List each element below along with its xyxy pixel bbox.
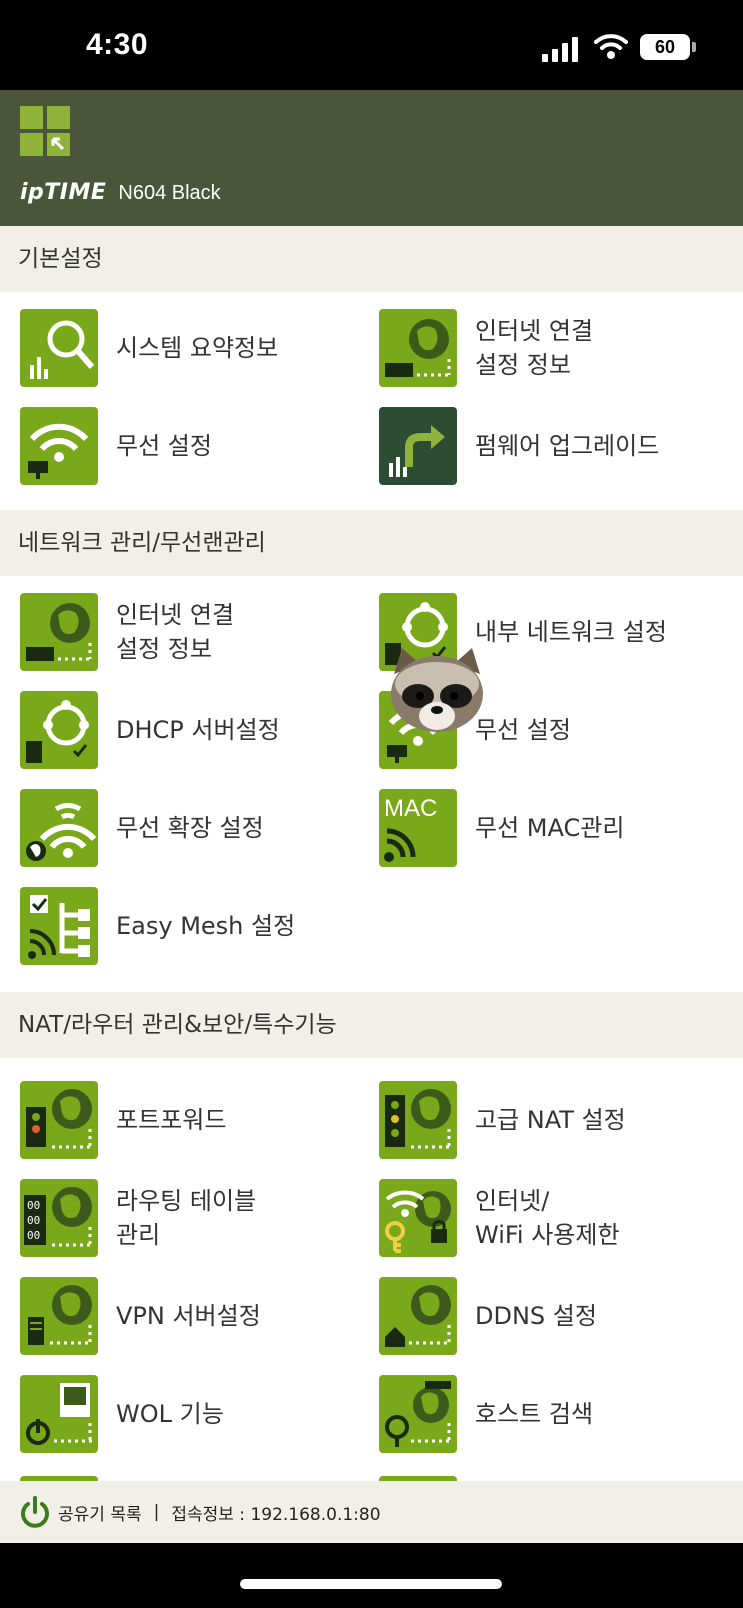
internet-connection-icon xyxy=(379,309,457,387)
menu-item-host-search[interactable]: 호스트 검색 xyxy=(379,1374,593,1454)
svg-text:00: 00 xyxy=(27,1229,40,1242)
wireless-icon xyxy=(20,407,98,485)
menu-item-dhcp-server[interactable]: DHCP 서버설정 xyxy=(20,690,280,770)
svg-text:00: 00 xyxy=(27,1199,40,1212)
cellular-signal-icon xyxy=(542,36,580,62)
section-network-management: 네트워크 관리/무선랜관리 xyxy=(0,510,743,576)
menu-grid-icon[interactable] xyxy=(20,106,72,158)
menu-item-internet-connection[interactable]: 인터넷 연결 설정 정보 xyxy=(379,308,593,388)
menu-label: 펌웨어 업그레이드 xyxy=(475,432,660,460)
brand-logo: ipTIME xyxy=(20,180,107,205)
menu-item-ddns[interactable]: DDNS 설정 xyxy=(379,1276,597,1356)
home-area xyxy=(0,1543,743,1608)
firmware-upgrade-icon xyxy=(379,407,457,485)
internet-limit-icon xyxy=(379,1179,457,1257)
menu-item-port-forward[interactable]: 포트포워드 xyxy=(20,1080,226,1160)
menu-label: 인터넷 연결 설정 정보 xyxy=(475,317,594,379)
wol-icon xyxy=(20,1375,98,1453)
wireless-extension-icon xyxy=(20,789,98,867)
menu-label: 무선 확장 설정 xyxy=(116,814,264,842)
power-icon[interactable] xyxy=(18,1495,52,1529)
internet-connection-icon xyxy=(20,593,98,671)
vpn-icon xyxy=(20,1277,98,1355)
menu-label: DDNS 설정 xyxy=(475,1302,597,1330)
menu-label: VPN 서버설정 xyxy=(116,1302,261,1330)
routing-table-icon: 00 00 00 xyxy=(20,1179,98,1257)
host-search-icon xyxy=(379,1375,457,1453)
menu-label: DHCP 서버설정 xyxy=(116,716,280,744)
router-model: N604 Black xyxy=(118,182,221,204)
menu-label: WOL 기능 xyxy=(116,1400,224,1428)
menu-item-wireless-mac[interactable]: MAC 무선 MAC관리 xyxy=(379,788,624,868)
ddns-icon xyxy=(379,1277,457,1355)
advanced-nat-icon xyxy=(379,1081,457,1159)
menu-item-internet-wifi-limit[interactable]: 인터넷/ WiFi 사용제한 xyxy=(379,1178,620,1258)
menu-item-system-summary[interactable]: 시스템 요약정보 xyxy=(20,308,278,388)
status-time: 4:30 xyxy=(86,28,149,61)
menu-item-routing-table[interactable]: 00 00 00 라우팅 테이블 관리 xyxy=(20,1178,256,1258)
menu-label: 시스템 요약정보 xyxy=(116,334,279,362)
menu-item-wol[interactable]: WOL 기능 xyxy=(20,1374,224,1454)
menu-label: 라우팅 테이블 관리 xyxy=(116,1187,257,1249)
menu-item-wireless-settings[interactable]: 무선 설정 xyxy=(20,406,212,486)
menu-label: 무선 MAC관리 xyxy=(475,814,625,842)
footer-bar: 공유기 목록 | 접속정보 : 192.168.0.1:80 xyxy=(0,1481,743,1543)
wifi-status-icon xyxy=(594,34,628,59)
menu-label: 포트포워드 xyxy=(116,1106,227,1134)
router-list-link[interactable]: 공유기 목록 xyxy=(58,1500,142,1525)
battery-indicator: 60 xyxy=(640,34,690,60)
svg-text:00: 00 xyxy=(27,1214,40,1227)
menu-content: 기본설정 시스템 요약정보 인터넷 연결 설정 정보 무선 설정 펌웨어 업그레… xyxy=(0,226,743,1481)
menu-label: 인터넷 연결 설정 정보 xyxy=(116,601,235,663)
connection-info: 접속정보 : 192.168.0.1:80 xyxy=(171,1504,381,1525)
brand-row: ipTIME N604 Black xyxy=(20,180,221,205)
menu-item-easy-mesh[interactable]: Easy Mesh 설정 xyxy=(20,886,295,966)
battery-tip xyxy=(692,42,696,52)
section-basic-settings: 기본설정 xyxy=(0,226,743,292)
menu-item-vpn-server[interactable]: VPN 서버설정 xyxy=(20,1276,261,1356)
menu-label: 무선 설정 xyxy=(116,432,212,460)
menu-label: 내부 네트워크 설정 xyxy=(475,618,667,646)
menu-label: 고급 NAT 설정 xyxy=(475,1106,626,1134)
menu-label: 인터넷/ WiFi 사용제한 xyxy=(475,1187,620,1249)
menu-label: Easy Mesh 설정 xyxy=(116,912,296,940)
menu-label: 호스트 검색 xyxy=(475,1400,594,1428)
system-summary-icon xyxy=(20,309,98,387)
raccoon-sticker-icon xyxy=(391,648,483,732)
home-indicator[interactable] xyxy=(240,1579,502,1589)
footer-separator: | xyxy=(153,1502,160,1522)
dhcp-icon xyxy=(20,691,98,769)
app-header: ipTIME N604 Black xyxy=(0,90,743,226)
menu-item-internet-connection-2[interactable]: 인터넷 연결 설정 정보 xyxy=(20,592,234,672)
status-bar: 4:30 60 xyxy=(0,0,743,90)
mesh-icon xyxy=(20,887,98,965)
port-forward-icon xyxy=(20,1081,98,1159)
section-nat-router-security: NAT/라우터 관리&보안/특수기능 xyxy=(0,992,743,1058)
menu-item-advanced-nat[interactable]: 고급 NAT 설정 xyxy=(379,1080,626,1160)
mac-icon: MAC xyxy=(379,789,457,867)
menu-item-firmware-upgrade[interactable]: 펌웨어 업그레이드 xyxy=(379,406,659,486)
menu-item-wireless-extension[interactable]: 무선 확장 설정 xyxy=(20,788,264,868)
